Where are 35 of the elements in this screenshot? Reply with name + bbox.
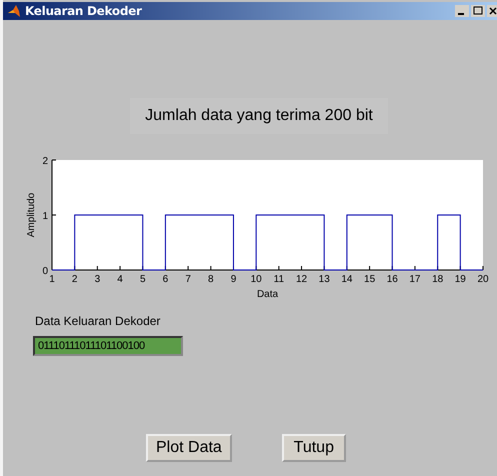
x-tick-label: 12 [296,274,308,285]
action-button[interactable]: Tutup [282,434,346,462]
window-title: Keluaran Dekoder [25,4,142,18]
x-tick-label: 16 [386,274,398,285]
x-tick-label: 3 [94,274,100,285]
x-tick-label: 18 [432,274,444,285]
y-tick-label: 0 [42,266,48,277]
action-button[interactable]: Plot Data [146,434,232,462]
x-tick-label: 6 [162,274,168,285]
x-tick-label: 10 [250,274,262,285]
output-field: 01110111011101100100 [33,336,183,356]
x-tick-label: 20 [477,274,489,285]
x-tick-label: 11 [274,274,284,285]
x-tick-label: 14 [341,274,352,285]
heading-text: Jumlah data yang terima 200 bit [145,107,373,125]
x-tick-label: 7 [185,274,191,285]
x-tick-label: 13 [318,274,330,285]
maximize-icon[interactable] [471,5,485,17]
x-tick-label: 15 [364,274,376,285]
x-tick-label: 4 [117,274,123,285]
output-label: Data Keluaran Dekoder [35,314,162,328]
minimize-icon[interactable] [455,5,469,17]
x-tick-label: 2 [72,274,78,285]
y-tick-label: 1 [42,211,48,222]
y-tick-label: 2 [42,156,48,167]
x-tick-label: 19 [454,274,466,285]
app-logo-icon [7,4,21,18]
x-tick-label: 9 [230,274,236,285]
x-tick-label: 17 [409,274,420,285]
x-tick-label: 8 [208,274,214,285]
x-tick-label: 1 [49,274,55,285]
x-tick-label: 5 [140,274,146,285]
x-axis-label: Data [256,289,278,300]
close-icon[interactable] [487,5,497,17]
y-axis-label: Amplitudo [26,192,37,238]
